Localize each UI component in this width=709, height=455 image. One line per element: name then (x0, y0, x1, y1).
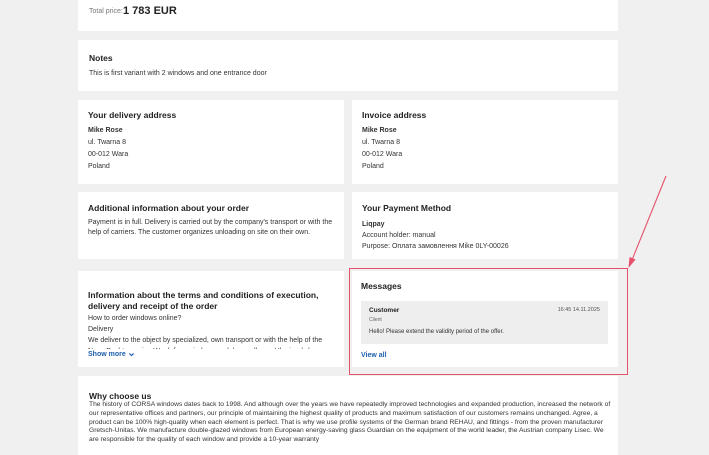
terms-card: Information about the terms and conditio… (78, 271, 344, 367)
invoice-city: 00-012 Wara (362, 151, 403, 158)
payment-method-name: Liqpay (362, 221, 385, 228)
payment-method-title: Your Payment Method (362, 203, 452, 213)
invoice-name: Mike Rose (362, 127, 397, 134)
delivery-country: Poland (88, 163, 110, 170)
why-choose-us-text: The history of CORSA windows dates back … (89, 401, 611, 444)
notes-text: This is first variant with 2 windows and… (89, 70, 267, 77)
invoice-country: Poland (362, 163, 384, 170)
invoice-address-title: Invoice address (362, 110, 427, 120)
terms-line-delivery-text: We deliver to the object by specialized,… (88, 337, 323, 349)
notes-card: Notes This is first variant with 2 windo… (78, 40, 618, 91)
additional-info-text: Payment is in full. Delivery is carried … (88, 219, 333, 236)
terms-line-delivery: Delivery (88, 326, 114, 333)
invoice-street: ul. Twarna 8 (362, 139, 401, 146)
why-choose-us-card: Why choose us The history of CORSA windo… (78, 376, 618, 455)
total-price-value: 1 783 EUR (123, 5, 177, 17)
delivery-name: Mike Rose (88, 127, 123, 134)
payment-purpose: Purpose: Оплата замовлення Mike 0LY-0002… (362, 243, 509, 250)
additional-info-title: Additional information about your order (88, 203, 250, 213)
notes-title: Notes (89, 53, 113, 63)
delivery-street: ul. Twarna 8 (88, 139, 127, 146)
delivery-city: 00-012 Wara (88, 151, 129, 158)
why-choose-us-title: Why choose us (89, 391, 152, 401)
show-more-label: Show more (88, 351, 126, 358)
invoice-address-card: Invoice address Mike Rose ul. Twarna 8 0… (352, 100, 618, 184)
delivery-address-card: Your delivery address Mike Rose ul. Twar… (78, 100, 344, 184)
terms-title: Information about the terms and conditio… (88, 290, 319, 311)
additional-info-card: Additional information about your order … (78, 192, 344, 259)
delivery-address-title: Your delivery address (88, 110, 177, 120)
payment-method-card: Your Payment Method Liqpay Account holde… (352, 192, 618, 259)
total-price-card: Total price: 1 783 EUR (78, 0, 618, 31)
payment-account-holder: Account holder: manual (362, 232, 436, 239)
chevron-down-icon (128, 353, 134, 357)
annotation-highlight-box (349, 268, 628, 375)
show-more-button[interactable]: Show more (88, 351, 135, 358)
total-price-label: Total price: (89, 8, 123, 15)
terms-line-how-to-order: How to order windows online? (88, 315, 182, 322)
